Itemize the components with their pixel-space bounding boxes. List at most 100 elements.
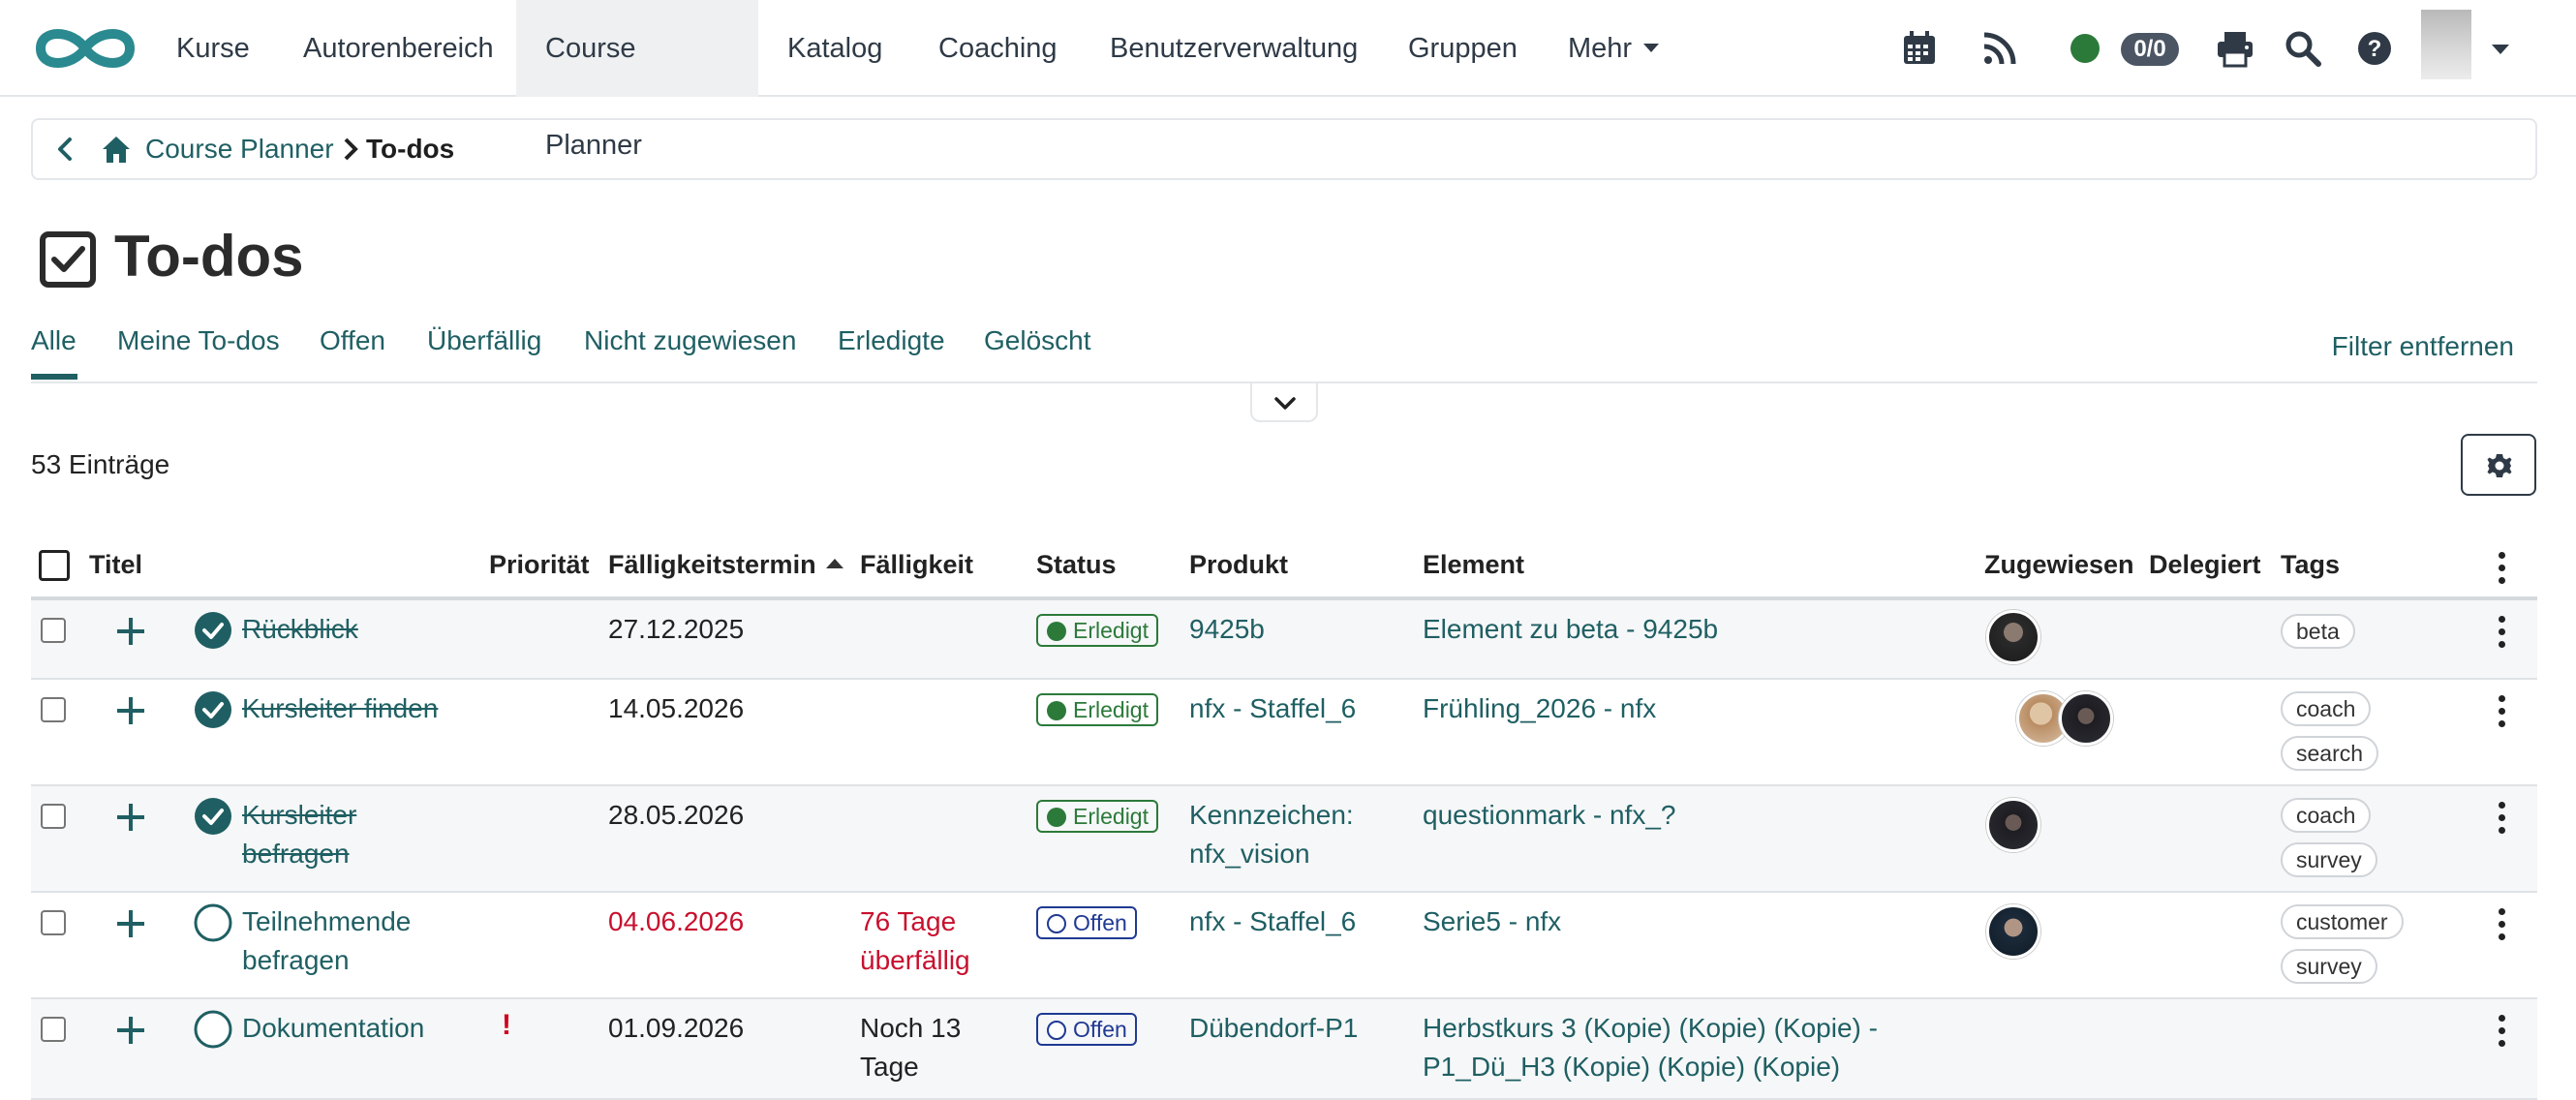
title-line-1: Kursleiter: [242, 800, 357, 830]
open-circle-icon[interactable]: [194, 1010, 232, 1049]
todo-title-link[interactable]: Kursleiter befragen: [242, 796, 356, 873]
col-due-date[interactable]: Fälligkeitstermin: [608, 550, 843, 580]
tab-nicht-zugewiesen[interactable]: Nicht zugewiesen: [584, 325, 796, 356]
element-link[interactable]: Serie5 - nfx: [1423, 902, 1561, 941]
row-checkbox[interactable]: [41, 1017, 66, 1042]
col-title[interactable]: Titel: [89, 550, 142, 580]
element-link[interactable]: Frühling_2026 - nfx: [1423, 689, 1656, 728]
chevron-right-icon: [344, 138, 358, 161]
row-menu-icon[interactable]: [2499, 695, 2506, 730]
col-tags[interactable]: Tags: [2281, 550, 2340, 580]
search-icon[interactable]: [2282, 27, 2324, 70]
todo-title-link[interactable]: Kursleiter finden: [242, 689, 438, 728]
expand-filter-button[interactable]: [1250, 383, 1318, 422]
select-all-checkbox[interactable]: [39, 550, 70, 581]
tag[interactable]: beta: [2281, 614, 2355, 649]
col-delegated[interactable]: Delegiert: [2149, 550, 2261, 580]
back-icon[interactable]: [48, 132, 83, 167]
col-priority[interactable]: Priorität: [489, 550, 590, 580]
nav-gruppen[interactable]: Gruppen: [1379, 0, 1547, 97]
nav-mehr[interactable]: Mehr: [1539, 0, 1688, 97]
avatar[interactable]: [1986, 798, 2040, 852]
column-menu-icon[interactable]: [2499, 552, 2506, 587]
remove-filter-link[interactable]: Filter entfernen: [2332, 331, 2514, 362]
row-menu-icon[interactable]: [2499, 908, 2506, 943]
product-link[interactable]: Dübendorf-P1: [1189, 1009, 1358, 1048]
col-assigned[interactable]: Zugewiesen: [1984, 550, 2134, 580]
tab-meine-todos[interactable]: Meine To-dos: [117, 325, 280, 356]
online-status-icon[interactable]: [2070, 34, 2100, 63]
col-due[interactable]: Fälligkeit: [860, 550, 973, 580]
row-menu-icon[interactable]: [2499, 802, 2506, 837]
avatar[interactable]: [1986, 904, 2040, 959]
tab-offen[interactable]: Offen: [320, 325, 385, 356]
tab-erledigte[interactable]: Erledigte: [838, 325, 945, 356]
tag[interactable]: coach: [2281, 691, 2372, 726]
element-link[interactable]: questionmark - nfx_?: [1423, 796, 1675, 835]
chevron-down-icon[interactable]: [2492, 45, 2509, 54]
calendar-icon[interactable]: [1898, 27, 1941, 70]
nav-kurse[interactable]: Kurse: [147, 0, 279, 97]
title-line-1: Teilnehmende: [242, 906, 412, 936]
plus-icon[interactable]: [114, 694, 147, 727]
status-label: Erledigt: [1073, 697, 1149, 722]
product-link[interactable]: nfx - Staffel_6: [1189, 689, 1356, 728]
table-settings-button[interactable]: [2461, 434, 2536, 496]
plus-icon[interactable]: [114, 907, 147, 940]
nav-course-planner[interactable]: Course Planner: [516, 0, 758, 161]
col-due-date-label: Fälligkeitstermin: [608, 550, 816, 579]
row-checkbox[interactable]: [41, 697, 66, 722]
row-checkbox[interactable]: [41, 804, 66, 829]
tag[interactable]: search: [2281, 736, 2379, 771]
notification-badge[interactable]: 0/0: [2121, 33, 2179, 66]
nav-coaching[interactable]: Coaching: [909, 0, 1087, 97]
openolat-logo[interactable]: [33, 21, 138, 76]
element-link[interactable]: Element zu beta - 9425b: [1423, 610, 1718, 649]
product-link[interactable]: Kennzeichen: nfx_vision: [1189, 796, 1354, 873]
checkbox-icon: [40, 231, 96, 288]
row-menu-icon[interactable]: [2499, 616, 2506, 651]
breadcrumb-course-planner[interactable]: Course Planner: [145, 134, 334, 165]
help-icon[interactable]: ?: [2353, 27, 2396, 70]
todo-title-link[interactable]: Dokumentation: [242, 1009, 424, 1048]
done-check-icon[interactable]: [194, 797, 232, 836]
tag[interactable]: customer: [2281, 904, 2404, 939]
element-link[interactable]: Herbstkurs 3 (Kopie) (Kopie) (Kopie) - P1…: [1423, 1009, 1878, 1086]
user-avatar[interactable]: [2421, 10, 2471, 79]
todo-title-link[interactable]: Rückblick: [242, 610, 358, 649]
col-product[interactable]: Produkt: [1189, 550, 1288, 580]
col-status[interactable]: Status: [1036, 550, 1117, 580]
tab-alle[interactable]: Alle: [31, 325, 77, 356]
plus-icon[interactable]: [114, 1014, 147, 1047]
done-check-icon[interactable]: [194, 611, 232, 650]
col-element[interactable]: Element: [1423, 550, 1524, 580]
tag[interactable]: survey: [2281, 949, 2377, 984]
nav-benutzerverwaltung[interactable]: Benutzerverwaltung: [1081, 0, 1387, 97]
avatar[interactable]: [2059, 691, 2113, 746]
status-badge: Erledigt: [1036, 800, 1158, 833]
plus-icon[interactable]: [114, 615, 147, 648]
tab-ueberfaellig[interactable]: Überfällig: [427, 325, 541, 356]
rss-icon[interactable]: [1978, 27, 2021, 70]
nav-autorenbereich[interactable]: Autorenbereich: [274, 0, 523, 97]
row-checkbox[interactable]: [41, 618, 66, 643]
print-icon[interactable]: [2214, 27, 2256, 70]
open-circle-icon[interactable]: [194, 903, 232, 942]
avatar[interactable]: [1986, 610, 2040, 664]
status-badge: Erledigt: [1036, 693, 1158, 726]
nav-katalog[interactable]: Katalog: [758, 0, 911, 97]
tag[interactable]: coach: [2281, 798, 2372, 833]
table-row: Teilnehmende befragen 04.06.2026 76 Tage ü…: [31, 893, 2537, 999]
plus-icon[interactable]: [114, 801, 147, 834]
chevron-down-icon: [1643, 43, 1660, 52]
row-menu-icon[interactable]: [2499, 1015, 2506, 1050]
tab-geloescht[interactable]: Gelöscht: [984, 325, 1091, 356]
home-icon[interactable]: [99, 132, 134, 167]
product-link[interactable]: 9425b: [1189, 610, 1265, 649]
row-checkbox[interactable]: [41, 910, 66, 935]
done-check-icon[interactable]: [194, 690, 232, 729]
breadcrumb-current: To-dos: [366, 134, 455, 164]
todo-title-link[interactable]: Teilnehmende befragen: [242, 902, 411, 980]
tag[interactable]: survey: [2281, 842, 2377, 877]
product-link[interactable]: nfx - Staffel_6: [1189, 902, 1356, 941]
